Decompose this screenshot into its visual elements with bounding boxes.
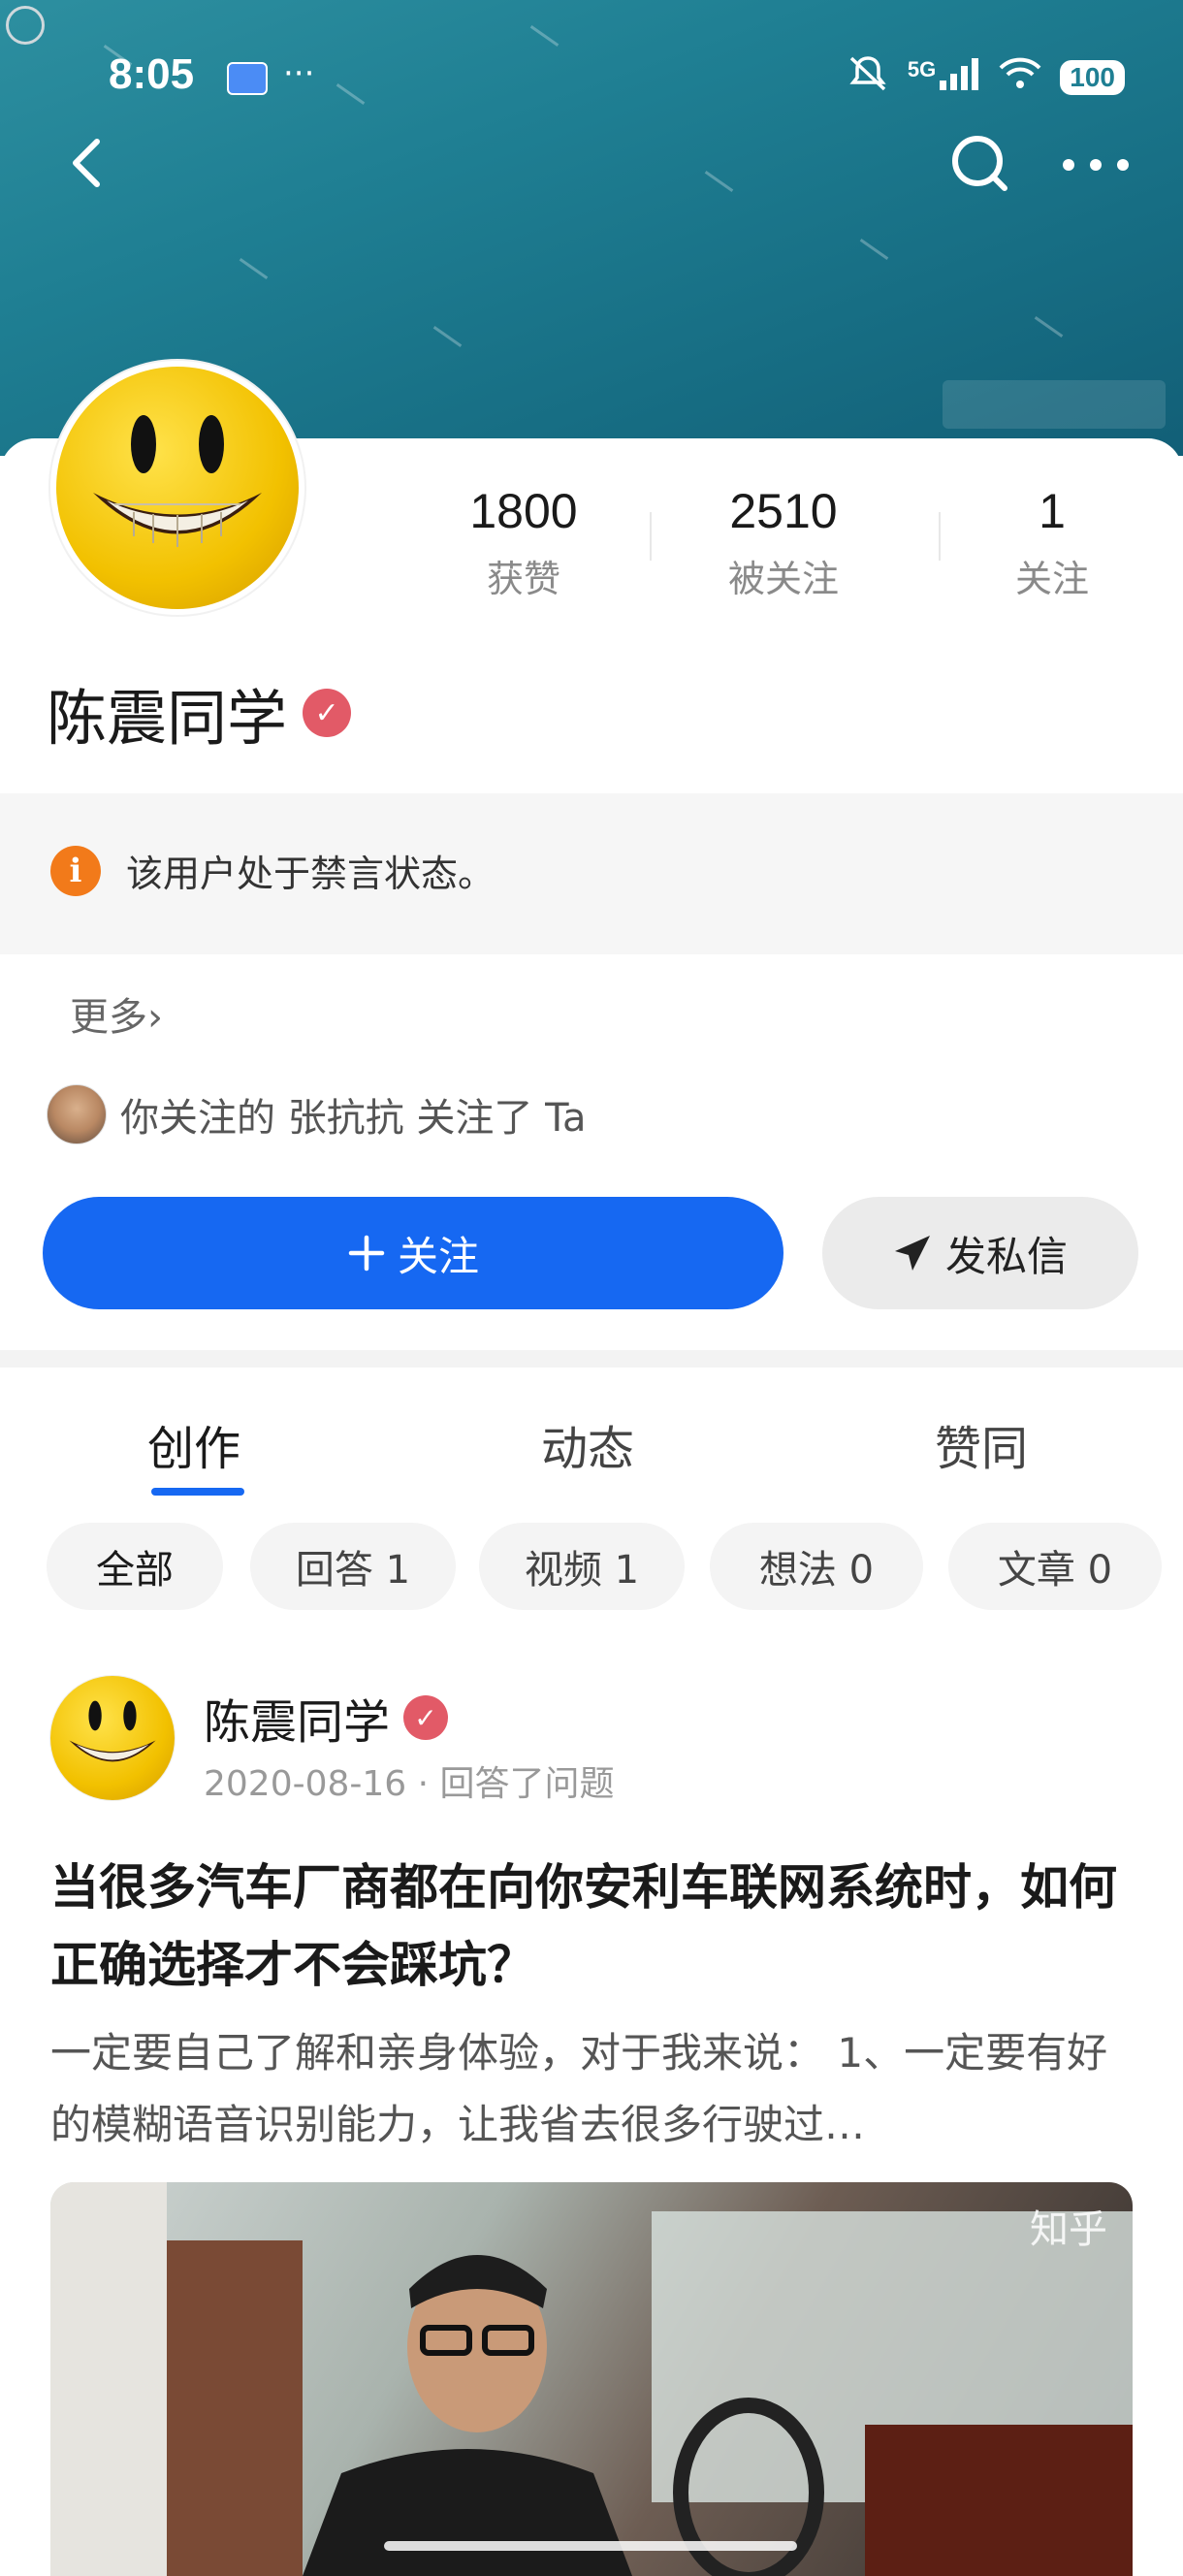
send-paper-plane-icon	[894, 1236, 930, 1271]
mutual-follow-text: 你关注的 张抗抗 关注了 Ta	[120, 1096, 587, 1141]
rain-streak	[432, 326, 463, 347]
status-right: 5G 100	[846, 54, 1125, 101]
wifi-icon	[998, 56, 1042, 99]
mute-bell-icon	[846, 54, 890, 101]
profile-tabs: 创作 动态 赞同	[0, 1368, 1183, 1496]
post-author-avatar[interactable]	[50, 1676, 175, 1800]
profile-stats: 1800 获赞 2510 被关注 1 关注	[417, 483, 1154, 619]
post-video-thumbnail[interactable]: 知乎	[50, 2182, 1133, 2576]
avatar[interactable]	[50, 361, 304, 615]
rain-streak	[239, 258, 269, 279]
active-tab-indicator	[151, 1488, 244, 1496]
tab-activity[interactable]: 动态	[541, 1410, 634, 1478]
section-divider	[0, 1350, 1183, 1368]
content-filter-chips: 全部 回答 1 视频 1 想法 0 文章 0	[47, 1523, 1183, 1612]
follow-button-label: 关注	[397, 1232, 479, 1280]
post-title[interactable]: 当很多汽车厂商都在向你安利车联网系统时，如何正确选择才不会踩坑？	[50, 1849, 1146, 2004]
muted-notice-text: 该用户处于禁言状态。	[126, 853, 496, 895]
stat-value: 2510	[729, 484, 838, 538]
send-message-button[interactable]: 发私信	[822, 1197, 1138, 1309]
plus-icon	[348, 1235, 385, 1272]
filter-videos[interactable]: 视频 1	[479, 1523, 685, 1610]
filter-all[interactable]: 全部	[47, 1523, 223, 1610]
mutual-follow-info[interactable]: 你关注的 张抗抗 关注了 Ta	[47, 1084, 586, 1144]
status-dots: ···	[283, 54, 315, 93]
blurred-region	[943, 380, 1166, 429]
more-dots-icon	[1063, 159, 1129, 171]
smiley-avatar-image	[56, 367, 299, 609]
home-indicator[interactable]	[384, 2541, 797, 2551]
stat-divider	[650, 512, 652, 561]
filter-answers[interactable]: 回答 1	[250, 1523, 456, 1610]
post-excerpt[interactable]: 一定要自己了解和亲身体验，对于我来说： 1、一定要有好的模糊语音识别能力，让我省…	[50, 2017, 1146, 2161]
more-options-button[interactable]	[1057, 136, 1135, 194]
filter-articles[interactable]: 文章 0	[948, 1523, 1162, 1610]
wallet-icon	[227, 62, 268, 95]
verified-badge-icon: ✓	[303, 689, 352, 737]
stat-followers[interactable]: 2510 被关注	[677, 483, 890, 602]
post-author[interactable]: 陈震同学 ✓	[204, 1684, 449, 1752]
follow-button[interactable]: 关注	[43, 1197, 783, 1309]
filter-thoughts[interactable]: 想法 0	[710, 1523, 923, 1610]
feed-post[interactable]: 陈震同学 ✓ 2020-08-16 · 回答了问题 当很多汽车厂商都在向你安利车…	[0, 1668, 1183, 2576]
send-message-label: 发私信	[944, 1232, 1068, 1280]
stat-label: 被关注	[727, 558, 839, 600]
stat-value: 1800	[469, 484, 578, 538]
stat-likes[interactable]: 1800 获赞	[417, 483, 630, 602]
battery-level: 100	[1060, 60, 1125, 95]
muted-notice: i 该用户处于禁言状态。	[0, 793, 1183, 954]
image-watermark: 知乎	[1030, 2207, 1107, 2252]
post-author-name: 陈震同学	[204, 1695, 391, 1750]
status-bar: 8:05 ··· 5G 100	[0, 50, 1183, 118]
status-time: 8:05	[109, 50, 195, 98]
rain-streak	[1034, 316, 1064, 338]
smiley-avatar-image	[50, 1676, 175, 1800]
more-link[interactable]: 更多›	[70, 985, 163, 1042]
corner-indicator	[6, 6, 45, 45]
stat-value: 1	[1039, 484, 1066, 538]
rain-streak	[529, 25, 560, 47]
rain-streak	[859, 239, 889, 260]
signal-icon	[940, 57, 980, 98]
network-type: 5G	[907, 57, 937, 81]
stat-following[interactable]: 1 关注	[945, 483, 1159, 602]
profile-name: 陈震同学 ✓	[47, 669, 352, 757]
stat-label: 获赞	[486, 558, 560, 600]
tab-creations[interactable]: 创作	[147, 1410, 240, 1478]
post-meta: 2020-08-16 · 回答了问题	[204, 1764, 615, 1804]
search-button[interactable]	[948, 132, 1012, 196]
back-button[interactable]	[60, 134, 118, 192]
mutual-avatar	[47, 1084, 107, 1144]
back-arrow-icon	[73, 139, 100, 187]
search-icon	[952, 136, 1007, 191]
stat-label: 关注	[1014, 558, 1089, 600]
tab-upvotes[interactable]: 赞同	[935, 1410, 1028, 1478]
info-icon: i	[50, 846, 101, 896]
stat-divider	[939, 512, 941, 561]
verified-badge-icon: ✓	[403, 1695, 449, 1740]
top-navigation	[0, 126, 1183, 204]
profile-name-text: 陈震同学	[47, 683, 288, 754]
